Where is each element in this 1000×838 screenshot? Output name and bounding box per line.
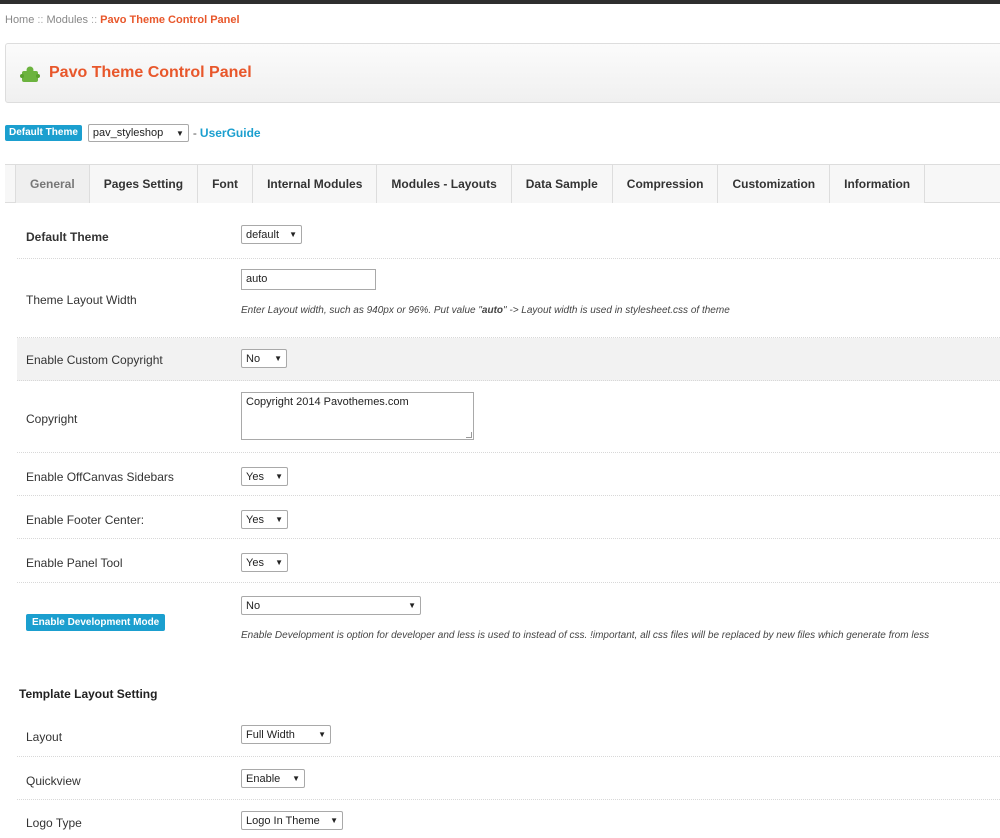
custom-copyright-value: No	[246, 352, 261, 365]
layout-select[interactable]: Full Width ▼	[241, 725, 331, 744]
tab-compression[interactable]: Compression	[612, 165, 719, 203]
dropdown-arrow-icon: ▼	[275, 558, 283, 567]
quickview-value: Enable	[246, 772, 281, 785]
tab-bar: General Pages Setting Font Internal Modu…	[5, 164, 1000, 203]
puzzle-icon	[20, 66, 40, 82]
setting-row-copyright: Copyright Copyright 2014 Pavothemes.com	[17, 381, 1000, 453]
copyright-textarea[interactable]: Copyright 2014 Pavothemes.com	[241, 392, 474, 440]
dropdown-arrow-icon: ▼	[175, 128, 184, 138]
default-theme-select[interactable]: default ▼	[241, 225, 302, 244]
setting-row-custom-copyright: Enable Custom Copyright No ▼	[17, 338, 1000, 381]
dev-mode-select[interactable]: No ▼	[241, 596, 421, 615]
theme-bar: Default Theme pav_styleshop ▼ - UserGuide	[5, 124, 261, 142]
footer-center-select[interactable]: Yes ▼	[241, 510, 288, 529]
layout-width-hint-suffix: " -> Layout width is used in stylesheet.…	[503, 305, 730, 316]
breadcrumb-separator: ::	[37, 14, 44, 26]
setting-row-layout-width: Theme Layout Width auto Enter Layout wid…	[17, 259, 1000, 338]
dev-mode-hint: Enable Development is option for develop…	[241, 630, 930, 641]
tab-data-sample[interactable]: Data Sample	[511, 165, 613, 203]
resize-grip-icon[interactable]	[466, 432, 472, 438]
default-theme-value: default	[246, 228, 280, 241]
dropdown-arrow-icon: ▼	[289, 230, 297, 239]
breadcrumb-home[interactable]: Home	[5, 14, 34, 26]
copyright-value: Copyright 2014 Pavothemes.com	[246, 396, 409, 408]
setting-row-logo-type: Logo Type Logo In Theme ▼	[17, 800, 1000, 838]
breadcrumb-modules[interactable]: Modules	[46, 14, 88, 26]
default-theme-badge: Default Theme	[5, 125, 82, 141]
tab-customization[interactable]: Customization	[718, 165, 831, 203]
dropdown-arrow-icon: ▼	[318, 730, 326, 739]
default-theme-label: Default Theme	[26, 230, 109, 244]
setting-row-panel-tool: Enable Panel Tool Yes ▼	[17, 539, 1000, 583]
panel-tool-select[interactable]: Yes ▼	[241, 553, 288, 572]
layout-width-input[interactable]: auto	[241, 269, 376, 290]
layout-value: Full Width	[246, 728, 295, 741]
theme-select[interactable]: pav_styleshop ▼	[87, 124, 189, 142]
tab-modules-layouts[interactable]: Modules - Layouts	[377, 165, 512, 203]
setting-row-footer-center: Enable Footer Center: Yes ▼	[17, 496, 1000, 539]
setting-row-layout: Layout Full Width ▼	[17, 714, 1000, 757]
offcanvas-value: Yes	[246, 470, 264, 483]
custom-copyright-label: Enable Custom Copyright	[26, 353, 163, 367]
footer-center-value: Yes	[246, 513, 264, 526]
dropdown-arrow-icon: ▼	[408, 601, 416, 610]
top-bar	[0, 0, 1000, 4]
logo-type-label: Logo Type	[26, 816, 82, 830]
dev-mode-badge: Enable Development Mode	[26, 614, 166, 631]
offcanvas-select[interactable]: Yes ▼	[241, 467, 288, 486]
tab-information[interactable]: Information	[830, 165, 926, 203]
tab-pages-setting[interactable]: Pages Setting	[89, 165, 199, 203]
breadcrumb: Home:: Modules:: Pavo Theme Control Panel	[5, 14, 240, 26]
logo-type-select[interactable]: Logo In Theme ▼	[241, 811, 343, 830]
dropdown-arrow-icon: ▼	[292, 774, 300, 783]
theme-select-value: pav_styleshop	[92, 127, 164, 139]
breadcrumb-current[interactable]: Pavo Theme Control Panel	[100, 14, 239, 26]
layout-width-hint-bold: auto	[481, 305, 504, 316]
panel-tool-label: Enable Panel Tool	[26, 556, 123, 570]
tab-font[interactable]: Font	[198, 165, 254, 203]
breadcrumb-separator: ::	[91, 14, 98, 26]
dropdown-arrow-icon: ▼	[275, 515, 283, 524]
separator-dash: -	[192, 126, 197, 140]
quickview-label: Quickview	[26, 774, 81, 788]
setting-row-dev-mode: Enable Development Mode No ▼ Enable Devel…	[17, 583, 1000, 654]
copyright-label: Copyright	[26, 412, 78, 426]
footer-center-label: Enable Footer Center:	[26, 513, 145, 527]
layout-width-label: Theme Layout Width	[26, 293, 137, 307]
tab-general[interactable]: General	[15, 165, 90, 203]
dropdown-arrow-icon: ▼	[274, 354, 282, 363]
dev-mode-value: No	[246, 599, 261, 612]
quickview-select[interactable]: Enable ▼	[241, 769, 305, 788]
layout-width-hint: Enter Layout width, such as 940px or 96%…	[241, 305, 730, 316]
custom-copyright-select[interactable]: No ▼	[241, 349, 287, 368]
panel-tool-value: Yes	[246, 556, 264, 569]
logo-type-value: Logo In Theme	[246, 814, 320, 827]
dropdown-arrow-icon: ▼	[275, 472, 283, 481]
panel-header: Pavo Theme Control Panel	[5, 43, 1000, 103]
setting-row-offcanvas: Enable OffCanvas Sidebars Yes ▼	[17, 453, 1000, 496]
template-layout-heading: Template Layout Setting	[19, 687, 158, 701]
setting-row-default-theme: Default Theme default ▼	[17, 203, 1000, 259]
page-title: Pavo Theme Control Panel	[49, 64, 252, 81]
layout-width-hint-prefix: Enter Layout width, such as 940px or 96%…	[241, 305, 482, 316]
tab-internal-modules[interactable]: Internal Modules	[253, 165, 378, 203]
setting-row-quickview: Quickview Enable ▼	[17, 757, 1000, 800]
offcanvas-label: Enable OffCanvas Sidebars	[26, 470, 174, 484]
layout-label: Layout	[26, 730, 63, 744]
dropdown-arrow-icon: ▼	[330, 816, 338, 825]
user-guide-link[interactable]: UserGuide	[200, 126, 261, 140]
